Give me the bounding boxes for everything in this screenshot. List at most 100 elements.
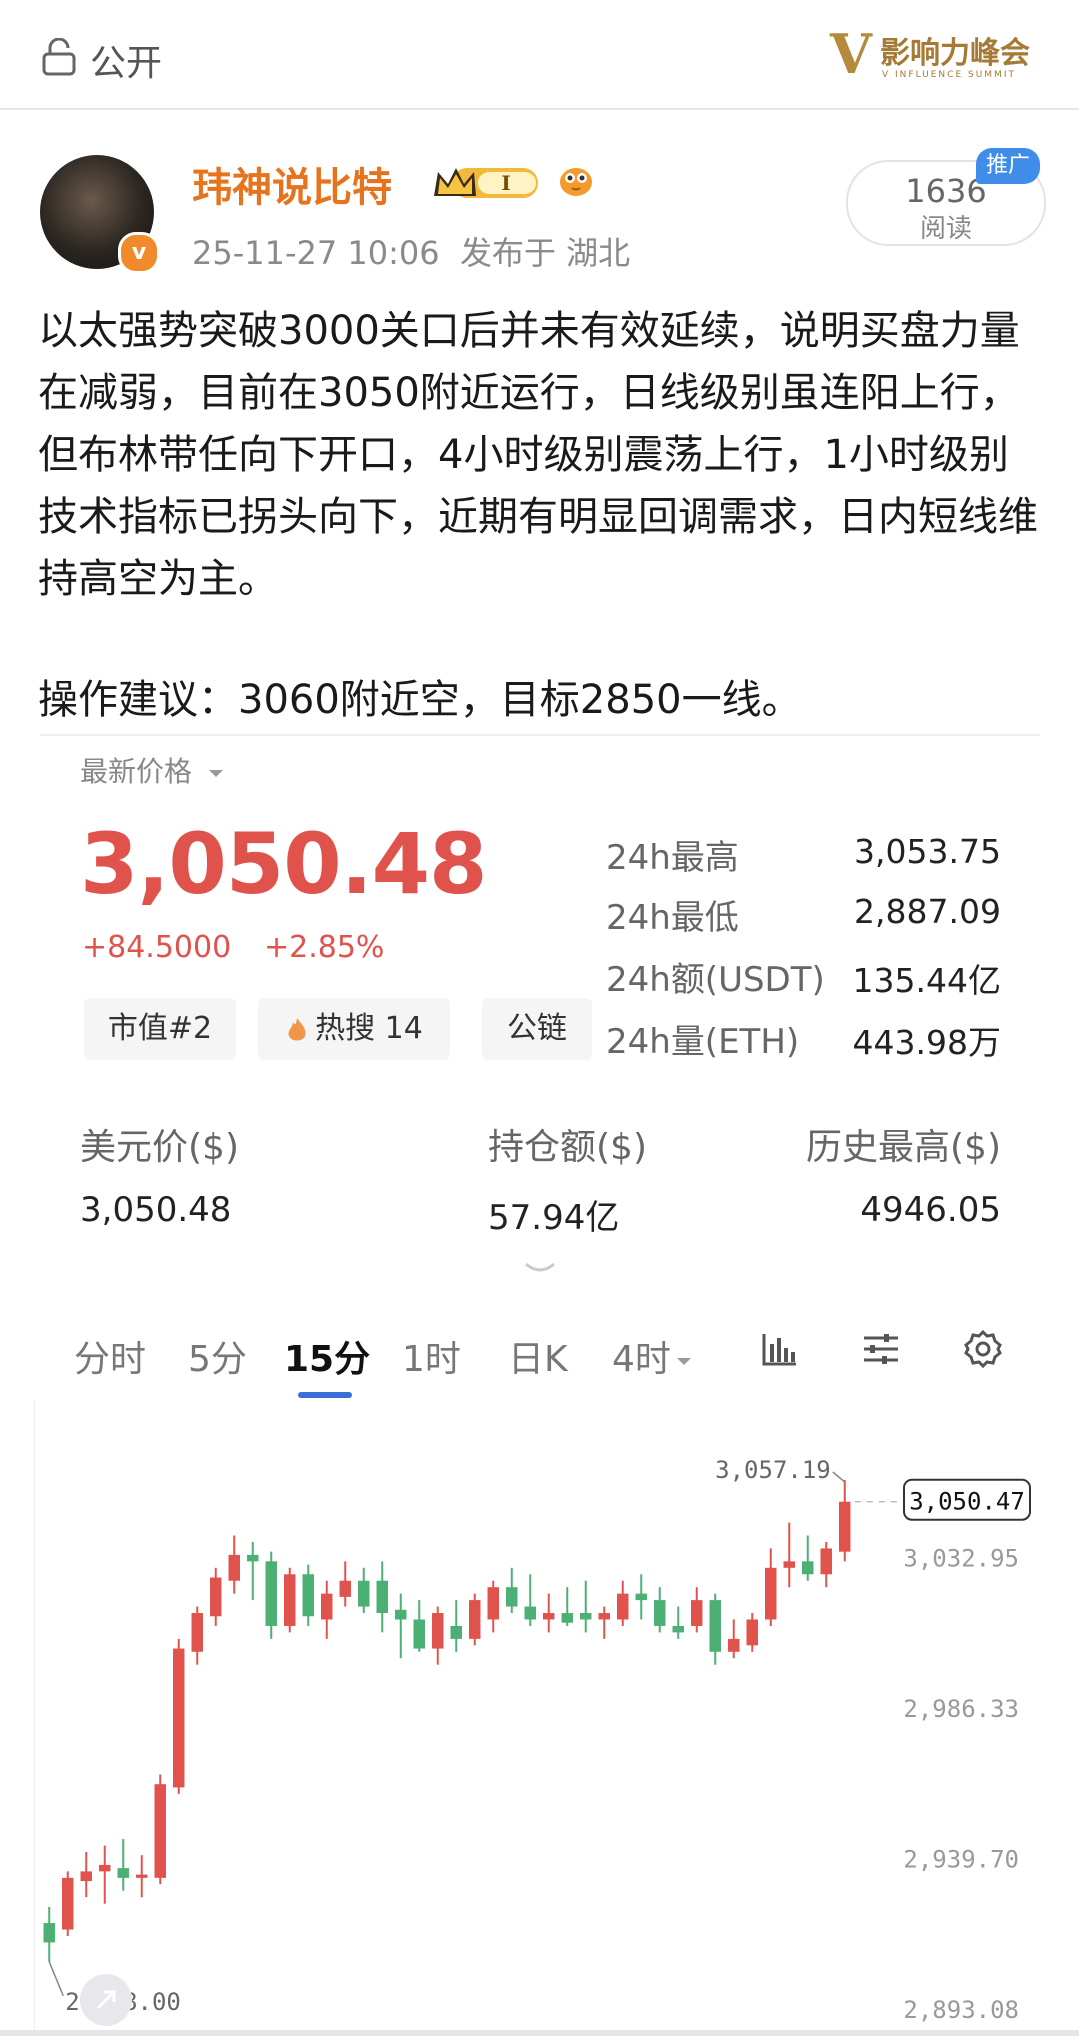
- tab-timeframe-1h[interactable]: 1时: [402, 1330, 461, 1382]
- expand-chevron-icon[interactable]: [520, 1258, 560, 1278]
- promote-badge[interactable]: 推广: [976, 148, 1040, 184]
- all-time-high-label: 历史最高($): [806, 1127, 1001, 1168]
- candle-body: [339, 1580, 351, 1597]
- post-meta: 25-11-27 10:06 发布于 湖北: [192, 228, 630, 274]
- post-advice: 操作建议：3060附近空，目标2850一线。: [38, 677, 802, 723]
- visibility-label[interactable]: 公开: [90, 34, 162, 86]
- gear-icon[interactable]: [962, 1328, 1004, 1370]
- caret-down-icon: [676, 1358, 691, 1365]
- candle-body: [210, 1577, 222, 1617]
- verified-v-icon: v: [118, 232, 160, 274]
- stat-label-high: 24h最高: [606, 838, 739, 878]
- candle-body: [265, 1561, 277, 1626]
- candle-body: [432, 1613, 444, 1649]
- pufferfish-icon: [560, 168, 592, 196]
- bottom-divider: [0, 2030, 1079, 2036]
- y-tick-label: 2,986.33: [903, 1695, 1019, 1723]
- stat-label-volume: 24h量(ETH): [606, 1022, 800, 1062]
- candle-body: [839, 1501, 851, 1552]
- post-time: 25-11-27 10:06: [192, 234, 440, 272]
- candle-body: [617, 1593, 629, 1620]
- candle-body: [709, 1600, 721, 1652]
- candlestick-chart[interactable]: 3,032.95 2,986.33 2,939.70 2,893.08 3,057.19…: [34, 1400, 1044, 2036]
- usd-price-label: 美元价($): [80, 1127, 239, 1168]
- candle-body: [598, 1613, 610, 1620]
- lock-open-icon[interactable]: [42, 38, 76, 76]
- candle-body: [321, 1593, 333, 1620]
- y-tick-label: 3,032.95: [903, 1544, 1019, 1572]
- open-interest-value: 57.94亿: [488, 1198, 620, 1238]
- tag-market-cap[interactable]: 市值#2: [84, 998, 236, 1060]
- y-tick-label: 2,939.70: [903, 1845, 1019, 1873]
- candle-body: [99, 1864, 111, 1872]
- candle-body: [802, 1561, 814, 1575]
- candle-body: [487, 1587, 499, 1620]
- candle-body: [173, 1648, 185, 1788]
- candle-body: [80, 1871, 92, 1882]
- stat-value-volume: 443.98万: [852, 1023, 1001, 1062]
- candle-body: [820, 1548, 832, 1575]
- tab-timeframe-15m[interactable]: 15分: [284, 1330, 370, 1382]
- open-interest-label: 持仓额($): [488, 1127, 647, 1168]
- candle-body: [672, 1625, 684, 1633]
- candle-body: [284, 1574, 296, 1626]
- high-marker-line: [832, 1471, 846, 1483]
- author-name[interactable]: 玮神说比特: [192, 155, 392, 213]
- candle-body: [783, 1561, 795, 1568]
- candle-body: [247, 1554, 259, 1562]
- stat-value-high: 3,053.75: [854, 832, 1001, 871]
- latest-price-label: 最新价格: [80, 755, 193, 788]
- current-price-label: 3,050.47: [909, 1488, 1025, 1516]
- low-marker-line: [48, 1961, 64, 1997]
- flame-icon: [288, 1017, 306, 1040]
- active-tab-indicator: [298, 1392, 352, 1398]
- influence-summit-logo: V 影响力峰会 V INFLUENCE SUMMIT: [830, 22, 1030, 86]
- current-price: 3,050.48: [80, 815, 488, 913]
- candle-body: [746, 1619, 758, 1646]
- candle-body: [302, 1574, 314, 1617]
- latest-price-dropdown[interactable]: 最新价格: [80, 750, 225, 790]
- tag-public-chain[interactable]: 公链: [482, 998, 592, 1060]
- candle-body: [117, 1868, 129, 1878]
- candle-body: [191, 1613, 203, 1652]
- stat-label-turnover: 24h额(USDT): [606, 960, 825, 1000]
- candle-body: [228, 1554, 240, 1581]
- y-tick-label: 2,893.08: [903, 1996, 1019, 2024]
- tag-hot-search[interactable]: 热搜 14: [258, 998, 450, 1060]
- tab-timeframe-4h[interactable]: 4时: [612, 1330, 693, 1382]
- candle-body: [728, 1638, 740, 1652]
- usd-price-value: 3,050.48: [80, 1190, 232, 1230]
- candle-body: [136, 1874, 148, 1878]
- tab-timeframe-1[interactable]: 分时: [74, 1330, 146, 1382]
- candle-body: [561, 1613, 573, 1623]
- stat-value-turnover: 135.44亿: [852, 961, 1001, 1000]
- candle-body: [691, 1600, 703, 1626]
- svg-text:I: I: [501, 171, 510, 195]
- change-percent: +2.85%: [264, 930, 385, 965]
- stat-value-low: 2,887.09: [854, 892, 1001, 931]
- candle-body: [543, 1613, 555, 1620]
- candle-body: [154, 1784, 166, 1878]
- candle-body: [765, 1567, 777, 1620]
- candle-body: [358, 1580, 370, 1607]
- caret-down-icon: [208, 770, 223, 777]
- high-price-label: 3,057.19: [715, 1456, 831, 1484]
- candle-body: [580, 1613, 592, 1620]
- candle-body: [43, 1923, 55, 1943]
- read-label: 阅读: [919, 214, 972, 244]
- indicator-bars-icon[interactable]: [758, 1328, 800, 1370]
- candle-body: [654, 1600, 666, 1626]
- all-time-high-value: 4946.05: [860, 1190, 1001, 1230]
- tab-timeframe-daily[interactable]: 日K: [508, 1330, 568, 1382]
- post-location: 发布于 湖北: [459, 234, 631, 272]
- top-bar: 公开 V 影响力峰会 V INFLUENCE SUMMIT: [0, 0, 1079, 110]
- candle-body: [635, 1593, 647, 1601]
- candle-body: [524, 1606, 536, 1620]
- tab-timeframe-5m[interactable]: 5分: [188, 1330, 247, 1382]
- crown-level-badge-icon: I: [434, 168, 538, 198]
- post-body: 以太强势突破3000关口后并未有效延续，说明买盘力量在减弱，目前在3050附近运…: [38, 308, 1038, 602]
- candle-body: [413, 1619, 425, 1649]
- settings-sliders-icon[interactable]: [860, 1328, 902, 1370]
- candle-body: [376, 1580, 388, 1614]
- candle-body: [450, 1625, 462, 1639]
